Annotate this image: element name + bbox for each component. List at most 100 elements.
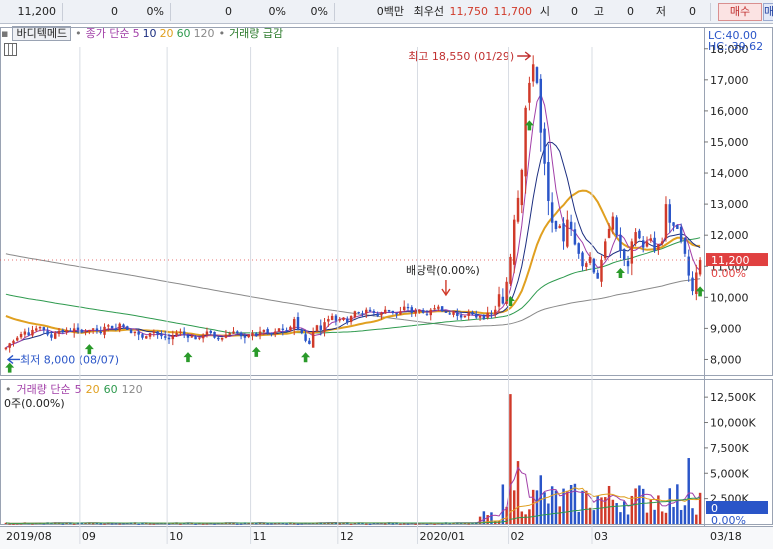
candle-body xyxy=(585,263,588,267)
legend-dot-icon: • xyxy=(5,382,12,396)
candle-body xyxy=(236,331,239,334)
candle-body xyxy=(494,309,497,315)
candle-body xyxy=(691,277,694,292)
vol-ma120-legend[interactable]: 120 xyxy=(122,383,143,396)
candle-body xyxy=(414,311,417,314)
candle-body xyxy=(296,317,300,330)
volume-bar xyxy=(649,499,653,524)
volume-bar xyxy=(535,490,539,524)
candle-body xyxy=(539,78,543,133)
candle-body xyxy=(289,326,292,331)
candle-body xyxy=(357,312,360,314)
candle-body xyxy=(459,315,463,318)
candle-body xyxy=(61,330,65,333)
candle-body xyxy=(308,340,311,344)
price-tick-label: 14,000 xyxy=(710,167,749,180)
volume-bar xyxy=(672,506,675,524)
volume-bar xyxy=(683,505,687,524)
volume-bar xyxy=(61,523,65,525)
volume-tick-label: 12,500K xyxy=(710,391,756,404)
volume-bar xyxy=(349,523,353,525)
candle-body xyxy=(16,337,19,341)
candle-body xyxy=(217,337,220,340)
candle-body xyxy=(133,331,137,334)
candle-body xyxy=(391,310,395,313)
candle-body xyxy=(285,330,288,332)
volume-bar xyxy=(425,523,429,525)
volume-bar xyxy=(384,523,387,525)
volume-bar xyxy=(573,483,577,524)
candle-body xyxy=(649,238,653,241)
candle-body xyxy=(80,329,83,333)
candle-body xyxy=(19,333,23,338)
candle-body xyxy=(129,329,133,334)
volume-bar xyxy=(99,523,102,525)
candle-body xyxy=(554,220,558,229)
current-volume-pct: 0.00% xyxy=(711,514,746,527)
candle-body xyxy=(645,241,649,247)
volume-bar xyxy=(577,511,580,524)
volume-bar xyxy=(103,523,106,525)
candle-body xyxy=(35,328,38,331)
candle-body xyxy=(258,331,262,335)
candle-body xyxy=(687,256,690,276)
volume-bar xyxy=(213,523,216,525)
candle-body xyxy=(8,343,11,348)
price-tick-label: 9,000 xyxy=(710,322,742,335)
price-tick-label: 10,000 xyxy=(710,291,749,304)
candle-body xyxy=(524,107,527,177)
candle-body xyxy=(251,333,254,336)
candle-body xyxy=(365,309,368,314)
candle-body xyxy=(353,311,357,318)
volume-tick-label: 10,000K xyxy=(710,417,756,430)
vol-ma60-legend[interactable]: 60 xyxy=(104,383,118,396)
candle-body xyxy=(475,314,478,318)
x-tick-label: 2019/08 xyxy=(6,530,52,543)
candle-body xyxy=(27,332,30,336)
volume-bar xyxy=(566,490,569,524)
volume-bar xyxy=(664,512,668,524)
vol-ma5-legend[interactable]: 5 xyxy=(75,383,82,396)
candle-body xyxy=(23,331,27,335)
vol-ma20-legend[interactable]: 20 xyxy=(86,383,100,396)
candle-body xyxy=(323,322,326,332)
candle-body xyxy=(433,308,436,310)
volume-bar xyxy=(653,509,656,524)
volume-bar xyxy=(554,490,558,524)
current-price-value: 11,200 xyxy=(711,254,750,267)
volume-bar xyxy=(194,523,197,525)
volume-bar xyxy=(72,523,76,525)
candle-body xyxy=(467,312,470,316)
volume-bar xyxy=(391,523,395,525)
volume-bar xyxy=(524,514,527,524)
candle-body xyxy=(660,241,664,244)
candle-body xyxy=(213,331,216,338)
candle-body xyxy=(380,312,383,316)
candle-body xyxy=(243,335,247,338)
candle-body xyxy=(535,67,539,83)
candle-body xyxy=(657,244,660,250)
candle-body xyxy=(148,333,152,337)
candle-body xyxy=(110,325,114,329)
candle-body xyxy=(342,317,345,320)
volume-bar xyxy=(239,523,243,525)
candle-body xyxy=(421,309,425,313)
candle-body xyxy=(42,327,46,330)
stock-chart[interactable]: 8,0009,00010,00011,00012,00013,00014,000… xyxy=(0,0,773,549)
volume-bar xyxy=(501,484,505,524)
candle-body xyxy=(361,313,364,315)
candle-body xyxy=(152,331,156,334)
candle-body xyxy=(478,315,482,318)
candle-body xyxy=(528,82,531,103)
volume-bar xyxy=(607,485,611,524)
candle-body xyxy=(182,331,186,335)
volume-bar xyxy=(630,495,634,524)
candle-body xyxy=(91,328,95,330)
volume-bar xyxy=(626,514,630,524)
candle-body xyxy=(573,229,577,245)
candle-body xyxy=(38,326,42,329)
volume-bar xyxy=(645,512,649,524)
candle-body xyxy=(384,309,387,314)
volume-bar xyxy=(668,488,671,524)
volume-bar xyxy=(623,501,626,524)
